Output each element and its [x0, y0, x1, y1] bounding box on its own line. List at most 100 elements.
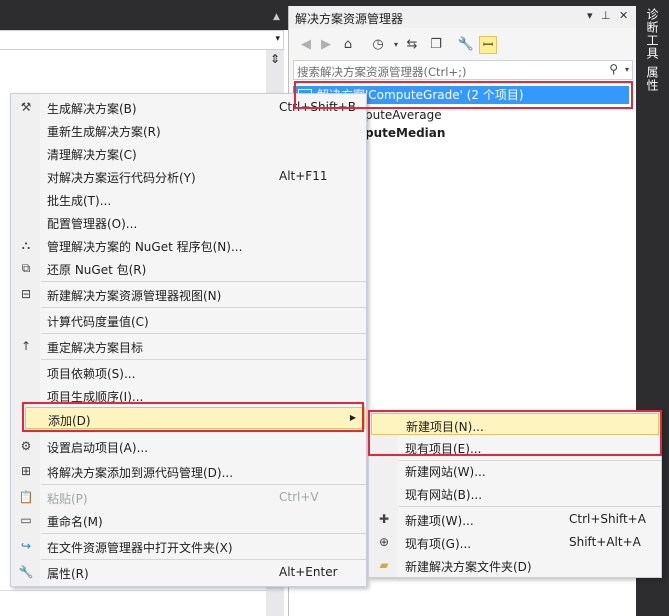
- menu-item-shortcut: Ctrl+Shift+B: [279, 100, 356, 114]
- solution-explorer-search-input[interactable]: 搜索解决方案资源管理器(Ctrl+;) ⚲ ▾: [293, 60, 633, 80]
- submenu-arrow-icon: ▶: [349, 413, 356, 422]
- menu-item-restore-nuget[interactable]: ⧉ 还原 NuGet 包(R): [11, 257, 366, 279]
- arrow-up-icon: ↑: [20, 339, 32, 353]
- menu-item-label: 现有项(G)...: [405, 537, 472, 551]
- menu-item-paste: 📋 粘贴(P) Ctrl+V: [11, 486, 366, 508]
- wrench-icon: 🔧: [18, 565, 34, 579]
- window-position-icon[interactable]: ▾: [587, 9, 593, 22]
- preview-selected-items-icon[interactable]: ꟷ: [479, 36, 497, 54]
- menu-item-label: 重新生成解决方案(R): [47, 125, 161, 139]
- pending-changes-filter-icon[interactable]: ◷: [369, 36, 387, 54]
- menu-item-label: 生成解决方案(B): [47, 102, 137, 116]
- new-folder-icon: ▰: [379, 558, 389, 572]
- chevron-down-icon[interactable]: ▾: [625, 65, 629, 74]
- submenu-item-existing-project[interactable]: 现有项目(E)...: [369, 436, 661, 458]
- menu-item-add-to-source-control[interactable]: ⊞ 将解决方案添加到源代码管理(D)...: [11, 460, 366, 482]
- menu-item-open-in-explorer[interactable]: ↪ 在文件资源管理器中打开文件夹(X): [11, 535, 366, 557]
- new-view-icon: ⊟: [20, 287, 32, 301]
- menu-separator: [41, 333, 366, 334]
- menu-item-label: 批生成(T)...: [47, 194, 112, 208]
- menu-item-label: 项目生成顺序(I)...: [47, 390, 144, 404]
- new-item-icon: ✚: [378, 512, 390, 526]
- side-tab-properties[interactable]: 属性: [644, 66, 661, 92]
- menu-item-label: 现有网站(B)...: [405, 488, 483, 502]
- menu-item-label: 项目依赖项(S)...: [47, 367, 136, 381]
- submenu-item-new-website[interactable]: 新建网站(W)...: [369, 459, 661, 481]
- submenu-item-existing-item[interactable]: ⊕ 现有项(G)... Shift+Alt+A: [369, 531, 661, 553]
- menu-item-code-metrics[interactable]: 计算代码度量值(C): [11, 309, 366, 331]
- open-folder-arrow-icon: ↪: [20, 539, 32, 553]
- submenu-item-new-solution-folder[interactable]: ▰ 新建解决方案文件夹(D): [369, 554, 661, 576]
- menu-item-rebuild-solution[interactable]: 重新生成解决方案(R): [11, 119, 366, 141]
- menu-separator: [399, 506, 661, 507]
- menu-item-run-code-analysis[interactable]: 对解决方案运行代码分析(Y) Alt+F11: [11, 165, 366, 187]
- submenu-item-new-item[interactable]: ✚ 新建项(W)... Ctrl+Shift+A: [369, 508, 661, 530]
- menu-separator: [41, 359, 366, 360]
- build-icon: ⚒: [20, 100, 32, 114]
- existing-item-icon: ⊕: [378, 535, 390, 549]
- menu-item-label: 添加(D): [48, 414, 91, 428]
- submenu-item-existing-website[interactable]: 现有网站(B)...: [369, 482, 661, 504]
- paste-icon: 📋: [18, 490, 34, 504]
- properties-wrench-icon[interactable]: 🔧: [457, 36, 475, 54]
- menu-item-label: 管理解决方案的 NuGet 程序包(N)...: [47, 240, 243, 254]
- add-submenu: 新建项目(N)... 现有项目(E)... 新建网站(W)... 现有网站(B)…: [368, 410, 662, 578]
- menu-item-batch-build[interactable]: 批生成(T)...: [11, 188, 366, 210]
- scroll-up-icon[interactable]: ▲: [273, 12, 280, 22]
- menu-item-retarget-solution[interactable]: ↑ 重定解决方案目标: [11, 335, 366, 357]
- search-placeholder: 搜索解决方案资源管理器(Ctrl+;): [297, 65, 467, 79]
- solution-explorer-title-bar: 解决方案资源管理器 ▾ ⊥ ✕: [289, 6, 637, 28]
- menu-item-label: 新建解决方案资源管理器视图(N): [47, 289, 222, 303]
- menu-item-label: 清理解决方案(C): [47, 148, 137, 162]
- menu-item-label: 新建网站(W)...: [405, 465, 486, 479]
- tree-item-project[interactable]: puteAverage: [365, 106, 442, 124]
- menu-item-label: 将解决方案添加到源代码管理(D)...: [47, 466, 234, 480]
- menu-item-shortcut: Ctrl+Shift+A: [569, 512, 646, 526]
- chevron-down-icon: ▾: [275, 34, 280, 44]
- home-icon[interactable]: ⌂: [339, 36, 357, 54]
- menu-item-properties[interactable]: 🔧 属性(R) Alt+Enter: [11, 561, 366, 583]
- menu-item-manage-nuget[interactable]: ⛬ 管理解决方案的 NuGet 程序包(N)...: [11, 234, 366, 256]
- menu-item-label: 现有项目(E)...: [405, 442, 482, 456]
- menu-separator: [41, 281, 366, 282]
- tree-item-project[interactable]: puteMedian: [365, 124, 445, 142]
- restore-packages-icon: ⧉: [21, 261, 31, 275]
- menu-item-configuration-manager[interactable]: 配置管理器(O)...: [11, 211, 366, 233]
- solution-explorer-toolbar: ◀ ▶ ⌂ ◷ ▾ ⇆ ❐ 🔧 ꟷ: [289, 32, 637, 58]
- pin-icon[interactable]: ⊥: [601, 9, 611, 22]
- solution-context-menu: ⚒ 生成解决方案(B) Ctrl+Shift+B 重新生成解决方案(R) 清理解…: [10, 93, 367, 587]
- menu-item-add[interactable]: 添加(D) ▶: [25, 407, 365, 429]
- submenu-item-new-project[interactable]: 新建项目(N)...: [371, 413, 659, 435]
- menu-item-label: 还原 NuGet 包(R): [47, 263, 147, 277]
- menu-item-project-dependencies[interactable]: 项目依赖项(S)...: [11, 361, 366, 383]
- menu-item-label: 新建解决方案文件夹(D): [405, 560, 532, 574]
- sync-active-document-icon[interactable]: ⇆: [403, 36, 421, 54]
- collapse-all-icon[interactable]: ❐: [427, 36, 445, 54]
- menu-separator: [41, 307, 366, 308]
- back-icon[interactable]: ◀: [297, 36, 315, 54]
- split-handle-icon[interactable]: ⇕: [266, 52, 284, 68]
- menu-item-label: 属性(R): [47, 567, 89, 581]
- menu-item-new-explorer-view[interactable]: ⊟ 新建解决方案资源管理器视图(N): [11, 283, 366, 305]
- menu-item-clean-solution[interactable]: 清理解决方案(C): [11, 142, 366, 164]
- menu-item-label: 粘贴(P): [47, 492, 88, 506]
- rename-icon: ▭: [20, 513, 32, 527]
- menu-item-shortcut: Shift+Alt+A: [569, 535, 641, 549]
- search-icon[interactable]: ⚲: [609, 62, 618, 76]
- menu-item-project-build-order[interactable]: 项目生成顺序(I)...: [11, 384, 366, 406]
- menu-item-label: 对解决方案运行代码分析(Y): [47, 171, 196, 185]
- forward-icon[interactable]: ▶: [317, 36, 335, 54]
- menu-item-build-solution[interactable]: ⚒ 生成解决方案(B) Ctrl+Shift+B: [11, 96, 366, 118]
- menu-item-rename[interactable]: ▭ 重命名(M): [11, 509, 366, 531]
- member-dropdown[interactable]: ▾: [0, 30, 284, 50]
- gear-icon: ⚙: [20, 439, 32, 453]
- side-tab-diagnostics[interactable]: 诊断工具: [644, 8, 661, 60]
- menu-item-label: 新建项目(N)...: [406, 420, 484, 434]
- menu-separator: [41, 484, 366, 485]
- editor-bottom-area: [0, 590, 266, 616]
- menu-item-set-startup-projects[interactable]: ⚙ 设置启动项目(A)...: [11, 435, 366, 457]
- menu-separator: [41, 559, 366, 560]
- menu-item-label: 配置管理器(O)...: [47, 217, 138, 231]
- nuget-icon: ⛬: [21, 238, 31, 252]
- close-icon[interactable]: ✕: [619, 9, 628, 22]
